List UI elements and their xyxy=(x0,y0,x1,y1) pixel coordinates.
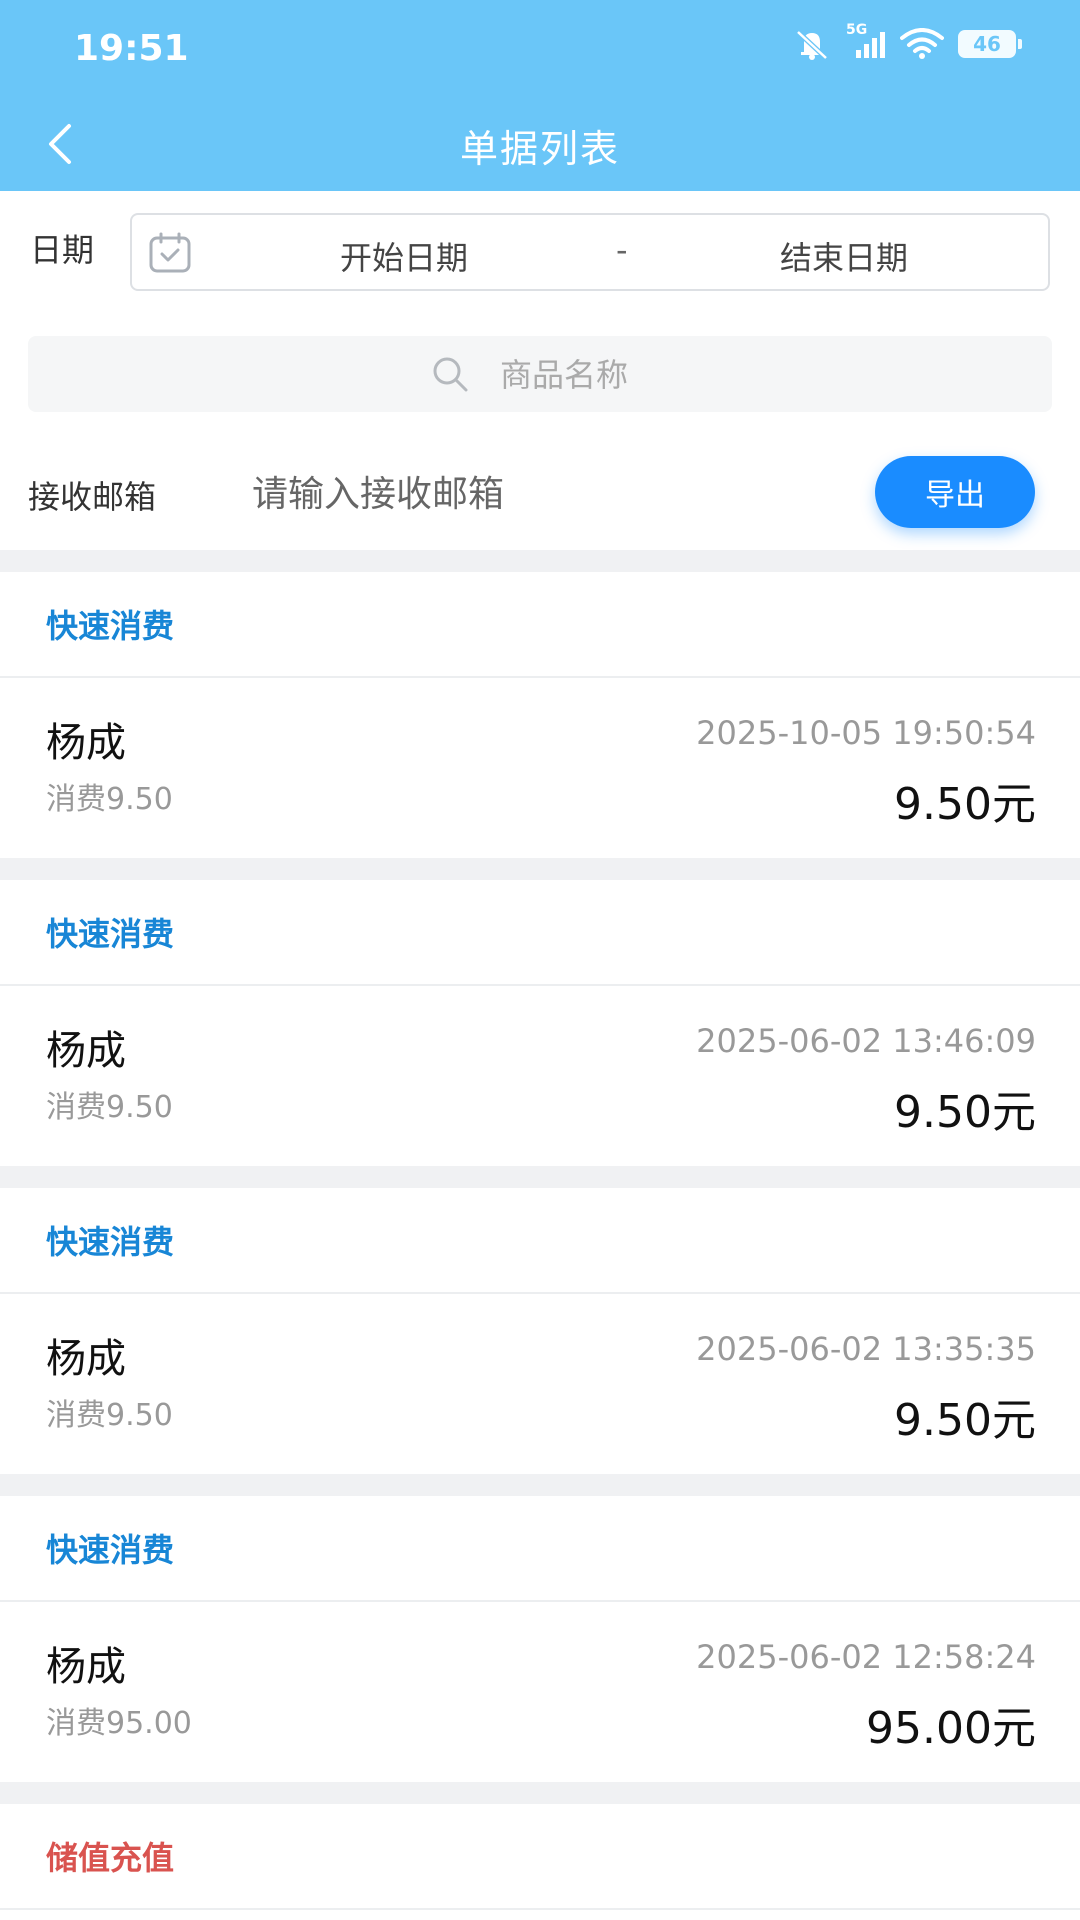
divider xyxy=(0,1782,1080,1804)
battery-level: 46 xyxy=(973,32,1001,56)
record-card[interactable]: 快速消费 杨成 消费9.50 2025-06-02 13:46:09 9.50元 xyxy=(0,880,1080,1166)
record-type: 快速消费 xyxy=(46,607,175,645)
record-body: 杨成 消费95.00 2025-06-02 12:58:24 95.00元 xyxy=(0,1602,1080,1782)
date-separator: - xyxy=(616,231,628,269)
app-header: 19:51 5G 46 单据列表 xyxy=(0,0,1080,191)
status-bar: 19:51 5G 46 xyxy=(0,0,1080,100)
record-amount: 9.50元 xyxy=(894,779,1036,830)
calendar-icon xyxy=(148,231,192,275)
date-filter-row: 日期 开始日期 - 结束日期 xyxy=(0,191,1080,311)
record-card[interactable]: 快速消费 杨成 消费95.00 2025-06-02 12:58:24 95.0… xyxy=(0,1496,1080,1782)
record-header: 快速消费 xyxy=(0,1496,1080,1602)
record-amount: 95.00元 xyxy=(866,1703,1036,1754)
customer-name: 杨成 xyxy=(46,1644,126,1690)
record-description: 消费9.50 xyxy=(46,1090,173,1125)
date-label: 日期 xyxy=(30,231,95,269)
customer-name: 杨成 xyxy=(46,1336,126,1382)
record-card[interactable]: 快速消费 杨成 消费9.50 2025-10-05 19:50:54 9.50元 xyxy=(0,572,1080,858)
divider xyxy=(0,1166,1080,1188)
page-title: 单据列表 xyxy=(459,127,620,171)
divider xyxy=(0,1474,1080,1496)
record-type: 储值充值 xyxy=(46,1839,175,1877)
network-type: 5G xyxy=(846,22,868,38)
start-date-field[interactable]: 开始日期 xyxy=(340,233,468,279)
nav-bar: 单据列表 xyxy=(0,100,1080,191)
record-description: 消费9.50 xyxy=(46,1398,173,1433)
record-header: 快速消费 xyxy=(0,1188,1080,1294)
record-body: 杨成 消费9.50 2025-06-02 13:35:35 9.50元 xyxy=(0,1294,1080,1474)
record-time: 2025-06-02 12:58:24 xyxy=(696,1638,1036,1676)
search-input[interactable] xyxy=(498,350,802,400)
record-description: 消费95.00 xyxy=(46,1706,192,1741)
record-card[interactable]: 储值充值 xyxy=(0,1804,1080,1910)
email-label: 接收邮箱 xyxy=(28,478,157,516)
record-type: 快速消费 xyxy=(46,1531,175,1569)
divider xyxy=(0,550,1080,572)
record-time: 2025-10-05 19:50:54 xyxy=(696,714,1036,752)
date-range-picker[interactable]: 开始日期 - 结束日期 xyxy=(130,213,1050,291)
end-date-field[interactable]: 结束日期 xyxy=(780,233,908,279)
customer-name: 杨成 xyxy=(46,720,126,766)
record-header: 快速消费 xyxy=(0,572,1080,678)
record-time: 2025-06-02 13:35:35 xyxy=(696,1330,1036,1368)
record-body: 杨成 消费9.50 2025-10-05 19:50:54 9.50元 xyxy=(0,678,1080,858)
record-header: 快速消费 xyxy=(0,880,1080,986)
record-card[interactable]: 快速消费 杨成 消费9.50 2025-06-02 13:35:35 9.50元 xyxy=(0,1188,1080,1474)
record-body: 杨成 消费9.50 2025-06-02 13:46:09 9.50元 xyxy=(0,986,1080,1166)
battery-icon: 46 xyxy=(958,30,1022,58)
record-description: 消费9.50 xyxy=(46,782,173,817)
search-bar[interactable] xyxy=(28,336,1052,412)
record-list: 快速消费 杨成 消费9.50 2025-10-05 19:50:54 9.50元… xyxy=(0,550,1080,1910)
record-type: 快速消费 xyxy=(46,915,175,953)
status-time: 19:51 xyxy=(74,28,189,69)
email-row: 接收邮箱 导出 xyxy=(0,442,1080,550)
record-type: 快速消费 xyxy=(46,1223,175,1261)
email-input[interactable] xyxy=(250,464,814,524)
record-amount: 9.50元 xyxy=(894,1087,1036,1138)
search-icon xyxy=(428,352,472,396)
mute-bell-icon xyxy=(792,26,832,62)
export-button[interactable]: 导出 xyxy=(875,456,1035,528)
wifi-icon xyxy=(900,28,944,60)
customer-name: 杨成 xyxy=(46,1028,126,1074)
record-header: 储值充值 xyxy=(0,1804,1080,1910)
record-amount: 9.50元 xyxy=(894,1395,1036,1446)
record-time: 2025-06-02 13:46:09 xyxy=(696,1022,1036,1060)
divider xyxy=(0,858,1080,880)
signal-icon: 5G xyxy=(846,22,886,60)
status-icons: 5G 46 xyxy=(792,22,1022,62)
